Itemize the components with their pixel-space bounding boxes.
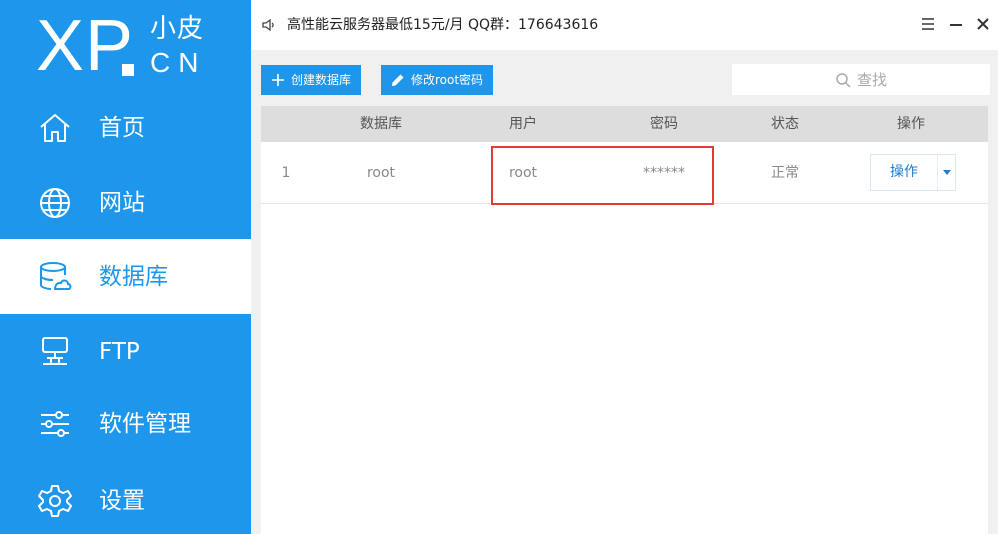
sidebar-item-home[interactable]: 首页 bbox=[0, 90, 251, 165]
column-header-status: 状态 bbox=[771, 116, 799, 132]
table-header: 数据库 用户 密码 状态 操作 bbox=[261, 106, 988, 142]
sidebar: XP 小皮 CN 首页 网站 数据库 FTP 软件管理 设置 bbox=[0, 0, 251, 534]
pencil-icon bbox=[392, 74, 404, 86]
column-header-database: 数据库 bbox=[360, 116, 402, 132]
row-index: 1 bbox=[281, 165, 291, 181]
logo-dot bbox=[122, 64, 134, 76]
sidebar-item-software[interactable]: 软件管理 bbox=[0, 386, 251, 461]
database-icon bbox=[40, 261, 72, 290]
column-header-user: 用户 bbox=[509, 116, 537, 132]
speaker-icon bbox=[262, 18, 274, 32]
search-placeholder: 查找 bbox=[856, 71, 887, 89]
cell-user: root bbox=[508, 165, 538, 181]
cell-password: ****** bbox=[643, 165, 685, 181]
create-database-label: 创建数据库 bbox=[291, 73, 352, 87]
title-bar: 高性能云服务器最低15元/月 QQ群：176643616 bbox=[251, 0, 998, 50]
home-icon bbox=[40, 113, 70, 142]
action-button-group: 操作 bbox=[870, 154, 956, 191]
table-row: 1 root root ****** 正常 操作 bbox=[261, 142, 988, 204]
sidebar-item-label: FTP bbox=[99, 338, 140, 365]
database-table: 数据库 用户 密码 状态 操作 1 root root ****** 正常 操作 bbox=[261, 106, 988, 534]
notice-text: 高性能云服务器最低15元/月 QQ群：176643616 bbox=[287, 17, 599, 33]
app-window: XP 小皮 CN 首页 网站 数据库 FTP 软件管理 设置 高性能云服务器最低… bbox=[0, 0, 998, 534]
sidebar-item-label: 网站 bbox=[99, 189, 145, 216]
sidebar-item-website[interactable]: 网站 bbox=[0, 165, 251, 240]
search-input[interactable]: 查找 bbox=[732, 64, 990, 95]
cell-database: root bbox=[366, 165, 396, 181]
sidebar-item-settings[interactable]: 设置 bbox=[0, 463, 251, 534]
sidebar-item-label: 设置 bbox=[99, 487, 145, 514]
action-button[interactable]: 操作 bbox=[871, 155, 937, 190]
sliders-icon bbox=[41, 410, 69, 437]
cell-status: 正常 bbox=[771, 165, 799, 181]
change-root-password-button[interactable]: 修改root密码 bbox=[381, 65, 494, 95]
globe-icon bbox=[40, 187, 70, 218]
sidebar-item-database[interactable]: 数据库 bbox=[0, 239, 251, 314]
main-panel: 创建数据库 修改root密码 查找 数据库 用户 密码 状态 操作 1 root… bbox=[251, 50, 998, 534]
logo: XP 小皮 CN bbox=[0, 0, 251, 95]
sidebar-item-label: 软件管理 bbox=[99, 410, 191, 437]
search-icon bbox=[836, 72, 851, 88]
sidebar-item-ftp[interactable]: FTP bbox=[0, 314, 251, 389]
logo-cn-name: 小皮 bbox=[150, 14, 205, 44]
change-root-password-label: 修改root密码 bbox=[411, 73, 484, 87]
close-icon[interactable] bbox=[975, 16, 991, 32]
minimize-icon[interactable] bbox=[948, 16, 964, 32]
menu-icon[interactable] bbox=[920, 16, 936, 32]
logo-domain: CN bbox=[150, 47, 207, 78]
gear-icon bbox=[38, 484, 72, 517]
column-header-action: 操作 bbox=[897, 116, 925, 132]
column-header-password: 密码 bbox=[650, 116, 678, 132]
server-icon bbox=[42, 336, 68, 365]
sidebar-item-label: 首页 bbox=[99, 114, 145, 141]
plus-icon bbox=[272, 74, 284, 86]
logo-brand: XP bbox=[36, 6, 135, 86]
sidebar-item-label: 数据库 bbox=[99, 263, 168, 290]
action-dropdown-toggle[interactable] bbox=[937, 155, 955, 190]
create-database-button[interactable]: 创建数据库 bbox=[261, 65, 362, 95]
caret-down-icon bbox=[942, 170, 951, 175]
